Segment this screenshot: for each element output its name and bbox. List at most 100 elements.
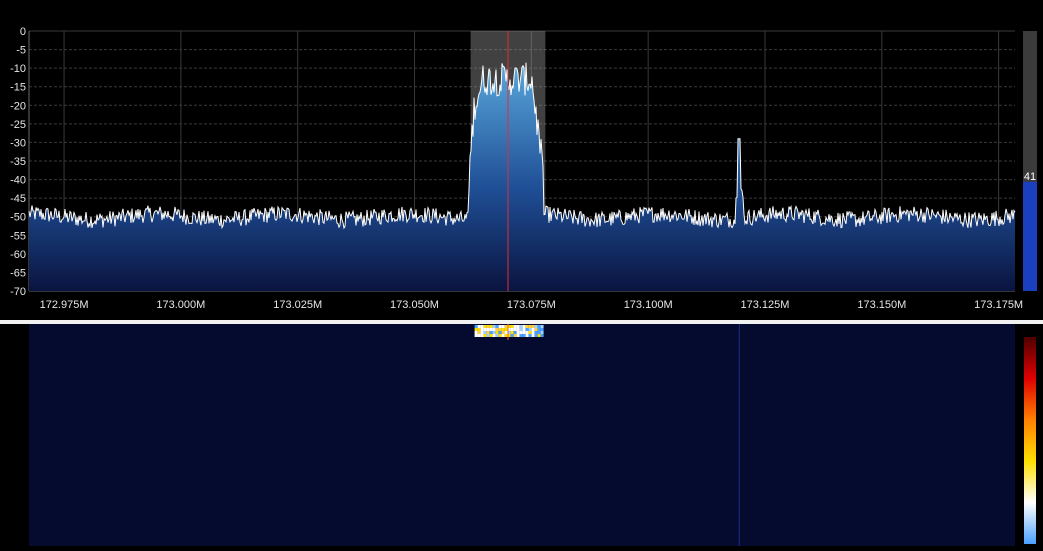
y-tick-label: -55 xyxy=(10,230,26,242)
waterfall-burst-cell xyxy=(510,334,514,337)
waterfall-burst-cell xyxy=(501,325,505,328)
waterfall-burst-cell xyxy=(489,334,493,337)
x-tick-label: 173.025M xyxy=(273,299,322,311)
y-tick-label: -45 xyxy=(10,193,26,205)
waterfall-burst-cell xyxy=(534,334,538,337)
waterfall-burst-cell xyxy=(537,325,541,328)
waterfall-burst-cell xyxy=(525,334,529,337)
x-tick-label: 173.150M xyxy=(857,299,906,311)
waterfall-burst-cell xyxy=(495,334,499,337)
waterfall-burst-cell xyxy=(504,328,508,331)
waterfall-burst-cell xyxy=(486,328,490,331)
waterfall-burst-cell xyxy=(486,334,490,337)
waterfall-burst-cell xyxy=(516,328,520,331)
y-tick-label: -40 xyxy=(10,175,26,187)
waterfall-burst-cell xyxy=(510,325,514,328)
waterfall-burst-cell xyxy=(492,325,496,328)
waterfall-burst-cell xyxy=(498,331,502,334)
waterfall-burst-cell xyxy=(510,328,514,331)
waterfall-burst-cell xyxy=(531,334,535,337)
waterfall-burst-cell xyxy=(504,331,508,334)
waterfall-burst-cell xyxy=(474,331,478,334)
waterfall-burst-cell xyxy=(531,328,535,331)
x-tick-label: 172.975M xyxy=(40,299,89,311)
y-tick-label: -60 xyxy=(10,249,26,261)
waterfall-burst-cell xyxy=(528,334,532,337)
waterfall-burst-cell xyxy=(480,328,484,331)
waterfall-chart[interactable] xyxy=(0,324,1043,546)
waterfall-burst-cell xyxy=(537,328,541,331)
waterfall-burst-cell xyxy=(504,334,508,337)
waterfall-burst-cell xyxy=(522,334,526,337)
level-meter-value: 41 xyxy=(1024,171,1036,183)
x-tick-label: 173.125M xyxy=(741,299,790,311)
waterfall-burst-cell xyxy=(540,325,544,328)
waterfall-burst-cell xyxy=(501,331,505,334)
waterfall-burst-cell xyxy=(510,331,514,334)
waterfall-burst-cell xyxy=(489,328,493,331)
y-tick-label: -30 xyxy=(10,137,26,149)
waterfall-burst-cell xyxy=(492,331,496,334)
waterfall-burst-cell xyxy=(486,325,490,328)
waterfall-burst-cell xyxy=(516,325,520,328)
waterfall-burst-cell xyxy=(525,331,529,334)
waterfall-burst-cell xyxy=(519,331,523,334)
x-tick-label: 173.100M xyxy=(624,299,673,311)
waterfall-burst-cell xyxy=(531,325,535,328)
waterfall-burst-cell xyxy=(531,331,535,334)
waterfall-burst-cell xyxy=(495,328,499,331)
waterfall-burst-cell xyxy=(498,328,502,331)
waterfall-burst-cell xyxy=(489,325,493,328)
x-tick-label: 173.075M xyxy=(507,299,556,311)
waterfall-burst-cell xyxy=(483,328,487,331)
waterfall-burst-cell xyxy=(534,325,538,328)
waterfall-burst-cell xyxy=(483,334,487,337)
waterfall-burst-cell xyxy=(519,325,523,328)
waterfall-burst-cell xyxy=(540,334,544,337)
waterfall-burst-cell xyxy=(513,328,517,331)
y-tick-label: 0 xyxy=(20,26,26,38)
waterfall-burst-cell xyxy=(513,331,517,334)
waterfall-burst-cell xyxy=(525,328,529,331)
y-tick-label: -65 xyxy=(10,267,26,279)
y-tick-label: -5 xyxy=(16,45,26,57)
waterfall-burst-cell xyxy=(528,331,532,334)
waterfall-burst-cell xyxy=(516,331,520,334)
waterfall-burst-cell xyxy=(483,325,487,328)
waterfall-burst-cell xyxy=(519,328,523,331)
spectrum-chart[interactable]: 0 -5 -10 -15 -20 -25 -30 -35 -40 -45 -50 -55 -60 -65 -… xyxy=(0,0,1043,320)
waterfall-burst-cell xyxy=(513,334,517,337)
waterfall-display[interactable] xyxy=(0,324,1043,546)
waterfall-burst-cell xyxy=(528,325,532,328)
waterfall-burst-cell xyxy=(522,325,526,328)
y-tick-label: -35 xyxy=(10,156,26,168)
waterfall-colorbar xyxy=(1024,337,1036,544)
waterfall-burst-cell xyxy=(501,334,505,337)
waterfall-burst-cell xyxy=(498,325,502,328)
waterfall-burst-cell xyxy=(477,325,481,328)
waterfall-burst-cell xyxy=(480,331,484,334)
waterfall-burst-cell xyxy=(513,325,517,328)
y-tick-label: -70 xyxy=(10,286,26,298)
waterfall-burst-cell xyxy=(534,328,538,331)
waterfall-burst-cell xyxy=(519,334,523,337)
waterfall-burst-cell xyxy=(477,334,481,337)
waterfall-burst-cell xyxy=(480,334,484,337)
spectrum-fill xyxy=(29,62,1015,291)
x-tick-label: 173.000M xyxy=(156,299,205,311)
waterfall-burst-cell xyxy=(477,331,481,334)
waterfall-burst-cell xyxy=(477,328,481,331)
waterfall-area xyxy=(29,324,1015,546)
y-tick-label: -25 xyxy=(10,119,26,131)
x-tick-label: 173.050M xyxy=(390,299,439,311)
waterfall-burst-cell xyxy=(492,334,496,337)
waterfall-burst-cell xyxy=(537,334,541,337)
waterfall-burst-cell xyxy=(540,328,544,331)
waterfall-burst-cell xyxy=(528,328,532,331)
spectrum-display[interactable]: 0 -5 -10 -15 -20 -25 -30 -35 -40 -45 -50 -55 -60 -65 -… xyxy=(0,0,1043,320)
y-tick-label: -20 xyxy=(10,100,26,112)
waterfall-burst-cell xyxy=(537,331,541,334)
waterfall-burst-cell xyxy=(525,325,529,328)
waterfall-burst-cell xyxy=(483,331,487,334)
waterfall-burst-cell xyxy=(534,331,538,334)
